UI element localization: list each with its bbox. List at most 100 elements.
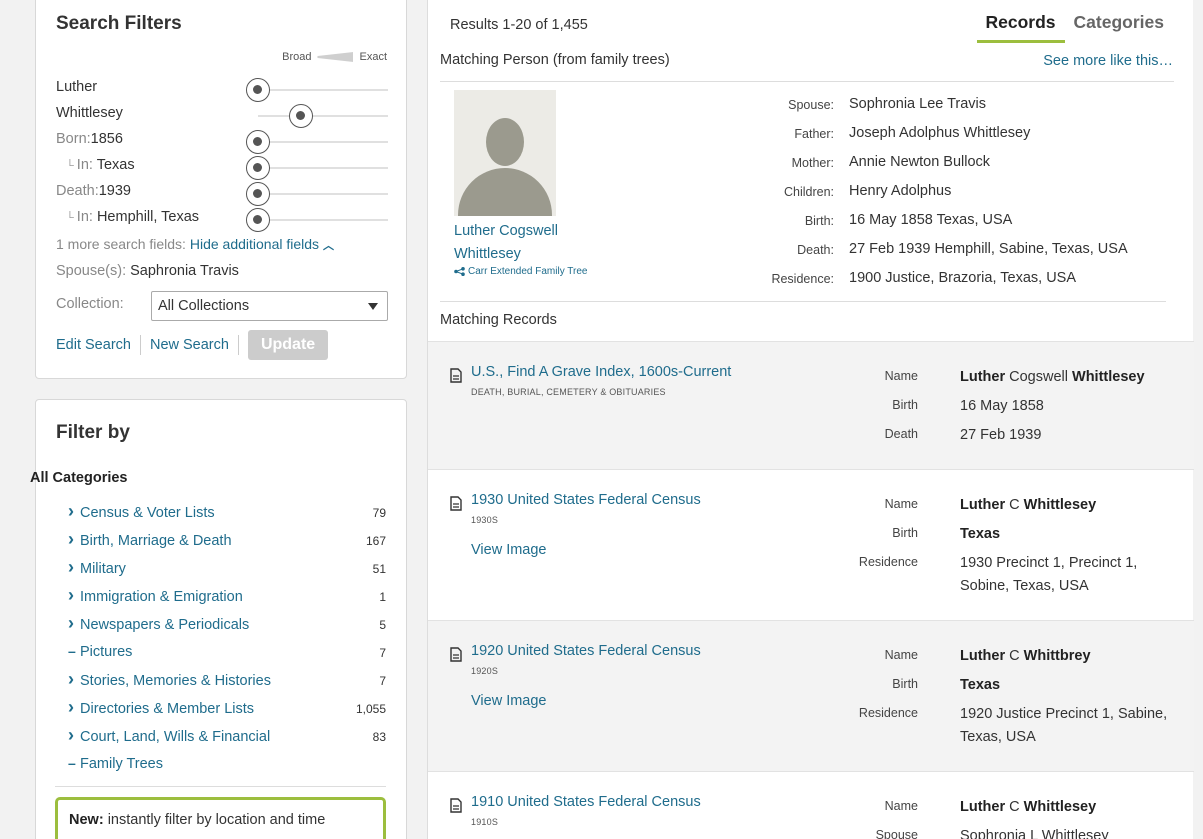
category-item[interactable]: › Military 51 [68,558,386,580]
person-name-line1[interactable]: Luther Cogswell [454,223,558,239]
record-title-link[interactable]: 1930 United States Federal Census [471,492,701,508]
matching-records-heading: Matching Records [440,312,557,328]
death-place-slider[interactable] [246,208,388,232]
field-label: Name [884,497,918,511]
edit-search-link[interactable]: Edit Search [56,337,131,353]
spouse-value: Saphronia Travis [130,263,239,279]
more-fields: 1 more search fields: Hide additional fi… [56,236,334,253]
dash-icon: – [68,643,76,659]
tab-categories[interactable]: Categories [1065,8,1173,43]
chevron-up-icon: ︿ [322,240,334,252]
slider-knob[interactable] [246,130,270,154]
born-slider[interactable] [246,130,388,154]
divider [440,81,1174,82]
born-value: 1856 [90,131,123,147]
divider [139,335,141,355]
last-name-slider[interactable] [258,104,388,128]
category-label[interactable]: Court, Land, Wills & Financial [80,729,270,745]
record-title-link[interactable]: 1910 United States Federal Census [471,794,701,810]
field-value: Luther C Whittlesey [960,497,1097,513]
family-tree-link[interactable]: Carr Extended Family Tree [454,266,588,277]
field-label: Mother: [791,156,834,170]
category-label[interactable]: Newspapers & Periodicals [80,617,249,633]
field-value: 16 May 1858 [960,398,1044,414]
field-value: Luther Cogswell Whittlesey [960,369,1145,385]
record-row: 1910 United States Federal Census 1910S Na… [428,771,1194,839]
record-row: 1930 United States Federal Census 1930S Vi… [428,469,1194,620]
category-label[interactable]: Directories & Member Lists [80,701,254,717]
record-category: 1920S [471,666,499,676]
tree-name[interactable]: Carr Extended Family Tree [468,266,588,277]
slider-knob[interactable] [289,104,313,128]
record-row: U.S., Find A Grave Index, 1600s-Current D… [428,341,1194,469]
category-count: 83 [372,730,386,744]
category-item[interactable]: › Birth, Marriage & Death 167 [68,530,386,552]
tab-records[interactable]: Records [976,8,1065,43]
update-button[interactable]: Update [247,330,329,360]
category-item[interactable]: › Immigration & Emigration 1 [68,586,386,608]
new-search-link[interactable]: New Search [150,337,229,353]
all-categories-heading: All Categories [30,470,128,486]
field-label: Father: [794,127,834,141]
person-avatar[interactable] [454,90,556,216]
slider-knob[interactable] [246,182,270,206]
first-name-slider[interactable] [246,78,388,102]
field-value: 27 Feb 1939 Hemphill, Sabine, Texas, USA [849,241,1128,257]
category-label[interactable]: Military [80,561,126,577]
record-title-link[interactable]: U.S., Find A Grave Index, 1600s-Current [471,364,731,380]
death-row: Death:1939 [56,182,388,206]
results-main: Results 1-20 of 1,455 Records Categories… [427,0,1194,839]
document-icon [450,647,462,662]
collection-select[interactable]: All Collections [151,291,388,321]
more-fields-text: 1 more search fields: [56,236,186,252]
view-image-link[interactable]: View Image [471,542,547,558]
first-name-value: Luther [56,79,98,95]
field-value: Annie Newton Bullock [849,154,991,170]
view-image-link[interactable]: View Image [471,693,547,709]
person-field: Residence: 1900 Justice, Brazoria, Texas,… [728,270,1168,292]
collection-value: All Collections [158,298,250,314]
field-label: Children: [783,185,834,199]
person-name-line2[interactable]: Whittlesey [454,246,521,262]
slider-knob[interactable] [246,156,270,180]
category-label[interactable]: Family Trees [80,756,163,772]
person-name-link[interactable]: Luther Cogswell Whittlesey [454,220,584,266]
record-title-link[interactable]: 1920 United States Federal Census [471,643,701,659]
hide-fields-link[interactable]: Hide additional fields ︿ [190,236,334,252]
category-label[interactable]: Birth, Marriage & Death [80,533,232,549]
category-label[interactable]: Census & Voter Lists [80,505,215,521]
born-row: Born:1856 [56,130,388,154]
field-label: Name [884,648,918,662]
category-item[interactable]: › Directories & Member Lists 1,055 [68,698,386,720]
chevron-right-icon: › [68,725,74,745]
category-label[interactable]: Stories, Memories & Histories [80,673,271,689]
spouse-label: Spouse(s): [56,263,127,279]
search-actions: Edit Search New Search Update [56,330,329,360]
in-label: In: [76,157,93,173]
slider-knob[interactable] [246,78,270,102]
person-field: Father: Joseph Adolphus Whittlesey [728,125,1168,147]
category-label[interactable]: Immigration & Emigration [80,589,243,605]
category-label[interactable]: Pictures [80,644,132,660]
category-count: 79 [372,506,386,520]
field-label: Birth: [804,214,834,228]
field-value: Joseph Adolphus Whittlesey [849,125,1031,141]
category-item[interactable]: – Family Trees [68,756,386,776]
category-item[interactable]: › Court, Land, Wills & Financial 83 [68,725,386,748]
slider-knob[interactable] [246,208,270,232]
field-value: Sophronia L Whittlesey [960,828,1109,839]
category-item[interactable]: – Pictures 7 [68,644,386,664]
broad-exact-legend: Broad Exact [282,51,387,63]
results-count: Results 1-20 of 1,455 [450,17,588,33]
indent-icon: └ [66,212,74,224]
death-slider[interactable] [246,182,388,206]
category-item[interactable]: › Census & Voter Lists 79 [68,501,386,524]
field-value: 1930 Precinct 1, Precinct 1, Sobine, Tex… [960,555,1138,594]
chevron-right-icon: › [68,501,74,521]
category-item[interactable]: › Stories, Memories & Histories 7 [68,670,386,692]
born-label: Born: [56,131,91,147]
category-item[interactable]: › Newspapers & Periodicals 5 [68,614,386,636]
person-field: Spouse: Sophronia Lee Travis [728,96,1168,118]
born-place-slider[interactable] [246,156,388,180]
see-more-link[interactable]: See more like this… [1043,53,1173,69]
